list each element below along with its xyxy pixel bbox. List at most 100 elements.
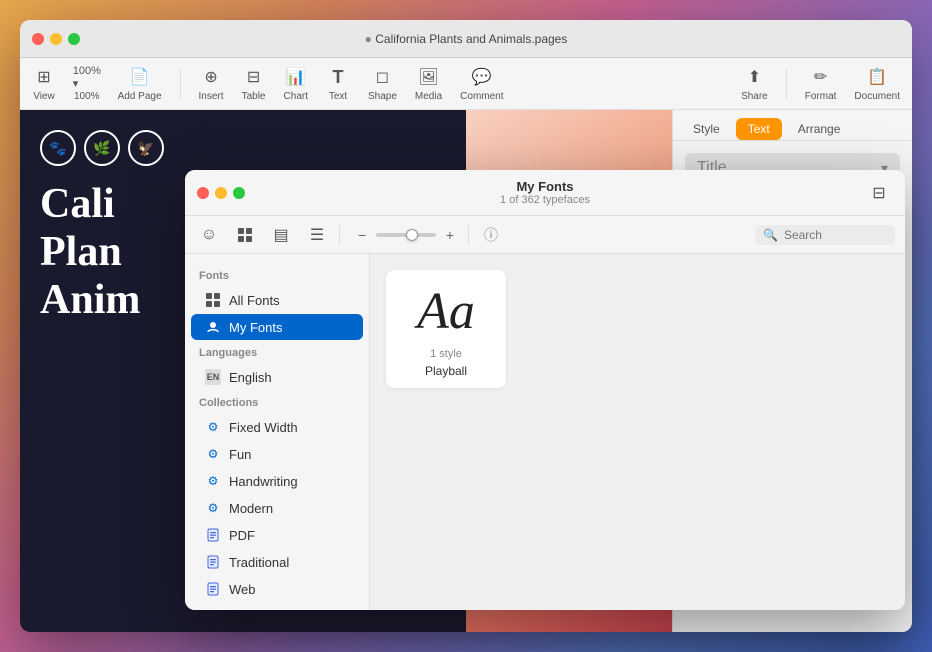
fonts-titlebar: My Fonts 1 of 362 typefaces ⊟: [185, 170, 905, 216]
toolbar-text[interactable]: T Text: [326, 65, 350, 102]
traditional-label: Traditional: [229, 555, 289, 570]
toolbar-share[interactable]: ⬆ Share: [741, 65, 768, 102]
fonts-maximize-button[interactable]: [233, 187, 245, 199]
size-slider-thumb: [406, 229, 418, 241]
doc-icon-1: 🐾: [40, 130, 76, 166]
toolbar-add-page[interactable]: 📄 Add Page: [118, 65, 162, 102]
toolbar-divider-2: [468, 225, 469, 245]
toolbar-table[interactable]: ⊟ Table: [242, 65, 266, 102]
sidebar-item-fixed-width[interactable]: ⚙ Fixed Width: [191, 414, 363, 440]
toolbar-insert[interactable]: ⊕ Insert: [199, 65, 224, 102]
view-icon: ⊞: [32, 65, 56, 89]
toolbar-view[interactable]: ⊞ View: [32, 65, 56, 102]
media-icon: 🖼: [417, 65, 441, 89]
text-icon: T: [326, 65, 350, 89]
toolbar-comment[interactable]: 💬 Comment: [460, 65, 503, 102]
fonts-sidebar: Fonts All Fonts: [185, 254, 370, 610]
insert-icon: ⊕: [199, 65, 223, 89]
toolbar-shape[interactable]: ◻ Shape: [368, 65, 397, 102]
search-input[interactable]: [784, 228, 887, 242]
handwriting-icon: ⚙: [205, 473, 221, 489]
english-flag-icon: EN: [205, 369, 221, 385]
toolbar-document[interactable]: 📋 Document: [854, 65, 900, 102]
zoom-icon: 100% ▾: [75, 65, 99, 89]
sidebar-item-web[interactable]: Web: [191, 576, 363, 602]
toolbar-chart[interactable]: 📊 Chart: [284, 65, 308, 102]
doc-icon-3: 🦅: [128, 130, 164, 166]
grid-view-button[interactable]: [231, 221, 259, 249]
toolbar-divider-1: [339, 225, 340, 245]
column-view-button[interactable]: ▤: [267, 221, 295, 249]
size-slider[interactable]: [376, 233, 436, 237]
fonts-main-area: Aa 1 style Playball: [370, 254, 905, 610]
toolbar-zoom[interactable]: 100% ▾ 100%: [74, 65, 100, 102]
fun-label: Fun: [229, 447, 251, 462]
sidebar-toggle-button[interactable]: ⊟: [865, 179, 893, 207]
fonts-traffic-lights: [197, 187, 245, 199]
sidebar-item-english[interactable]: EN English: [191, 364, 363, 390]
toolbar-separator-1: [180, 69, 181, 99]
fixed-width-label: Fixed Width: [229, 420, 298, 435]
search-icon: 🔍: [763, 228, 778, 242]
fonts-toolbar: ☺ ▤ ☰ − + ⓘ 🔍: [185, 216, 905, 254]
sidebar-item-my-fonts[interactable]: My Fonts: [191, 314, 363, 340]
tab-text[interactable]: Text: [736, 118, 782, 140]
chart-icon: 📊: [284, 65, 308, 89]
info-button[interactable]: ⓘ: [477, 221, 505, 249]
format-icon: ✏: [809, 65, 833, 89]
table-icon: ⊟: [242, 65, 266, 89]
add-page-icon: 📄: [128, 65, 152, 89]
close-button[interactable]: [32, 33, 44, 45]
pdf-label: PDF: [229, 528, 255, 543]
modern-label: Modern: [229, 501, 273, 516]
doc-icon-2: 🌿: [84, 130, 120, 166]
pages-window-title: ● California Plants and Animals.pages: [365, 32, 568, 46]
toolbar-format[interactable]: ✏ Format: [805, 65, 837, 102]
languages-section-header: Languages: [185, 341, 369, 363]
fonts-close-button[interactable]: [197, 187, 209, 199]
my-fonts-icon: [205, 319, 221, 335]
all-fonts-label: All Fonts: [229, 293, 280, 308]
font-card-style-count: 1 style: [430, 348, 462, 360]
sidebar-item-traditional[interactable]: Traditional: [191, 549, 363, 575]
doc-icons: 🐾 🌿 🦅: [40, 130, 446, 166]
web-label: Web: [229, 582, 256, 597]
fixed-width-icon: ⚙: [205, 419, 221, 435]
size-increase-button[interactable]: +: [440, 225, 460, 245]
comment-icon: 💬: [470, 65, 494, 89]
emoji-button[interactable]: ☺: [195, 221, 223, 249]
collections-section-header: Collections: [185, 391, 369, 413]
english-label: English: [229, 370, 272, 385]
shape-icon: ◻: [370, 65, 394, 89]
font-card-playball[interactable]: Aa 1 style Playball: [386, 270, 506, 388]
toolbar-media[interactable]: 🖼 Media: [415, 65, 442, 102]
pdf-icon: [205, 527, 221, 543]
list-view-button[interactable]: ☰: [303, 221, 331, 249]
maximize-button[interactable]: [68, 33, 80, 45]
pages-titlebar: ● California Plants and Animals.pages: [20, 20, 912, 58]
toolbar-separator-2: [786, 69, 787, 99]
fonts-minimize-button[interactable]: [215, 187, 227, 199]
my-fonts-label: My Fonts: [229, 320, 282, 335]
sidebar-item-modern[interactable]: ⚙ Modern: [191, 495, 363, 521]
handwriting-label: Handwriting: [229, 474, 298, 489]
panel-tabs: Style Text Arrange: [673, 110, 912, 141]
tab-style[interactable]: Style: [681, 118, 732, 140]
web-icon: [205, 581, 221, 597]
minimize-button[interactable]: [50, 33, 62, 45]
sidebar-item-handwriting[interactable]: ⚙ Handwriting: [191, 468, 363, 494]
all-fonts-icon: [205, 292, 221, 308]
fonts-search-box[interactable]: 🔍: [755, 225, 895, 245]
fonts-body: Fonts All Fonts: [185, 254, 905, 610]
document-icon: 📋: [865, 65, 889, 89]
fonts-window-title: My Fonts: [516, 179, 573, 194]
traditional-icon: [205, 554, 221, 570]
font-size-control: − +: [352, 225, 460, 245]
tab-arrange[interactable]: Arrange: [786, 118, 853, 140]
share-icon: ⬆: [742, 65, 766, 89]
fonts-section-header: Fonts: [185, 264, 369, 286]
size-decrease-button[interactable]: −: [352, 225, 372, 245]
sidebar-item-pdf[interactable]: PDF: [191, 522, 363, 548]
sidebar-item-all-fonts[interactable]: All Fonts: [191, 287, 363, 313]
sidebar-item-fun[interactable]: ⚙ Fun: [191, 441, 363, 467]
